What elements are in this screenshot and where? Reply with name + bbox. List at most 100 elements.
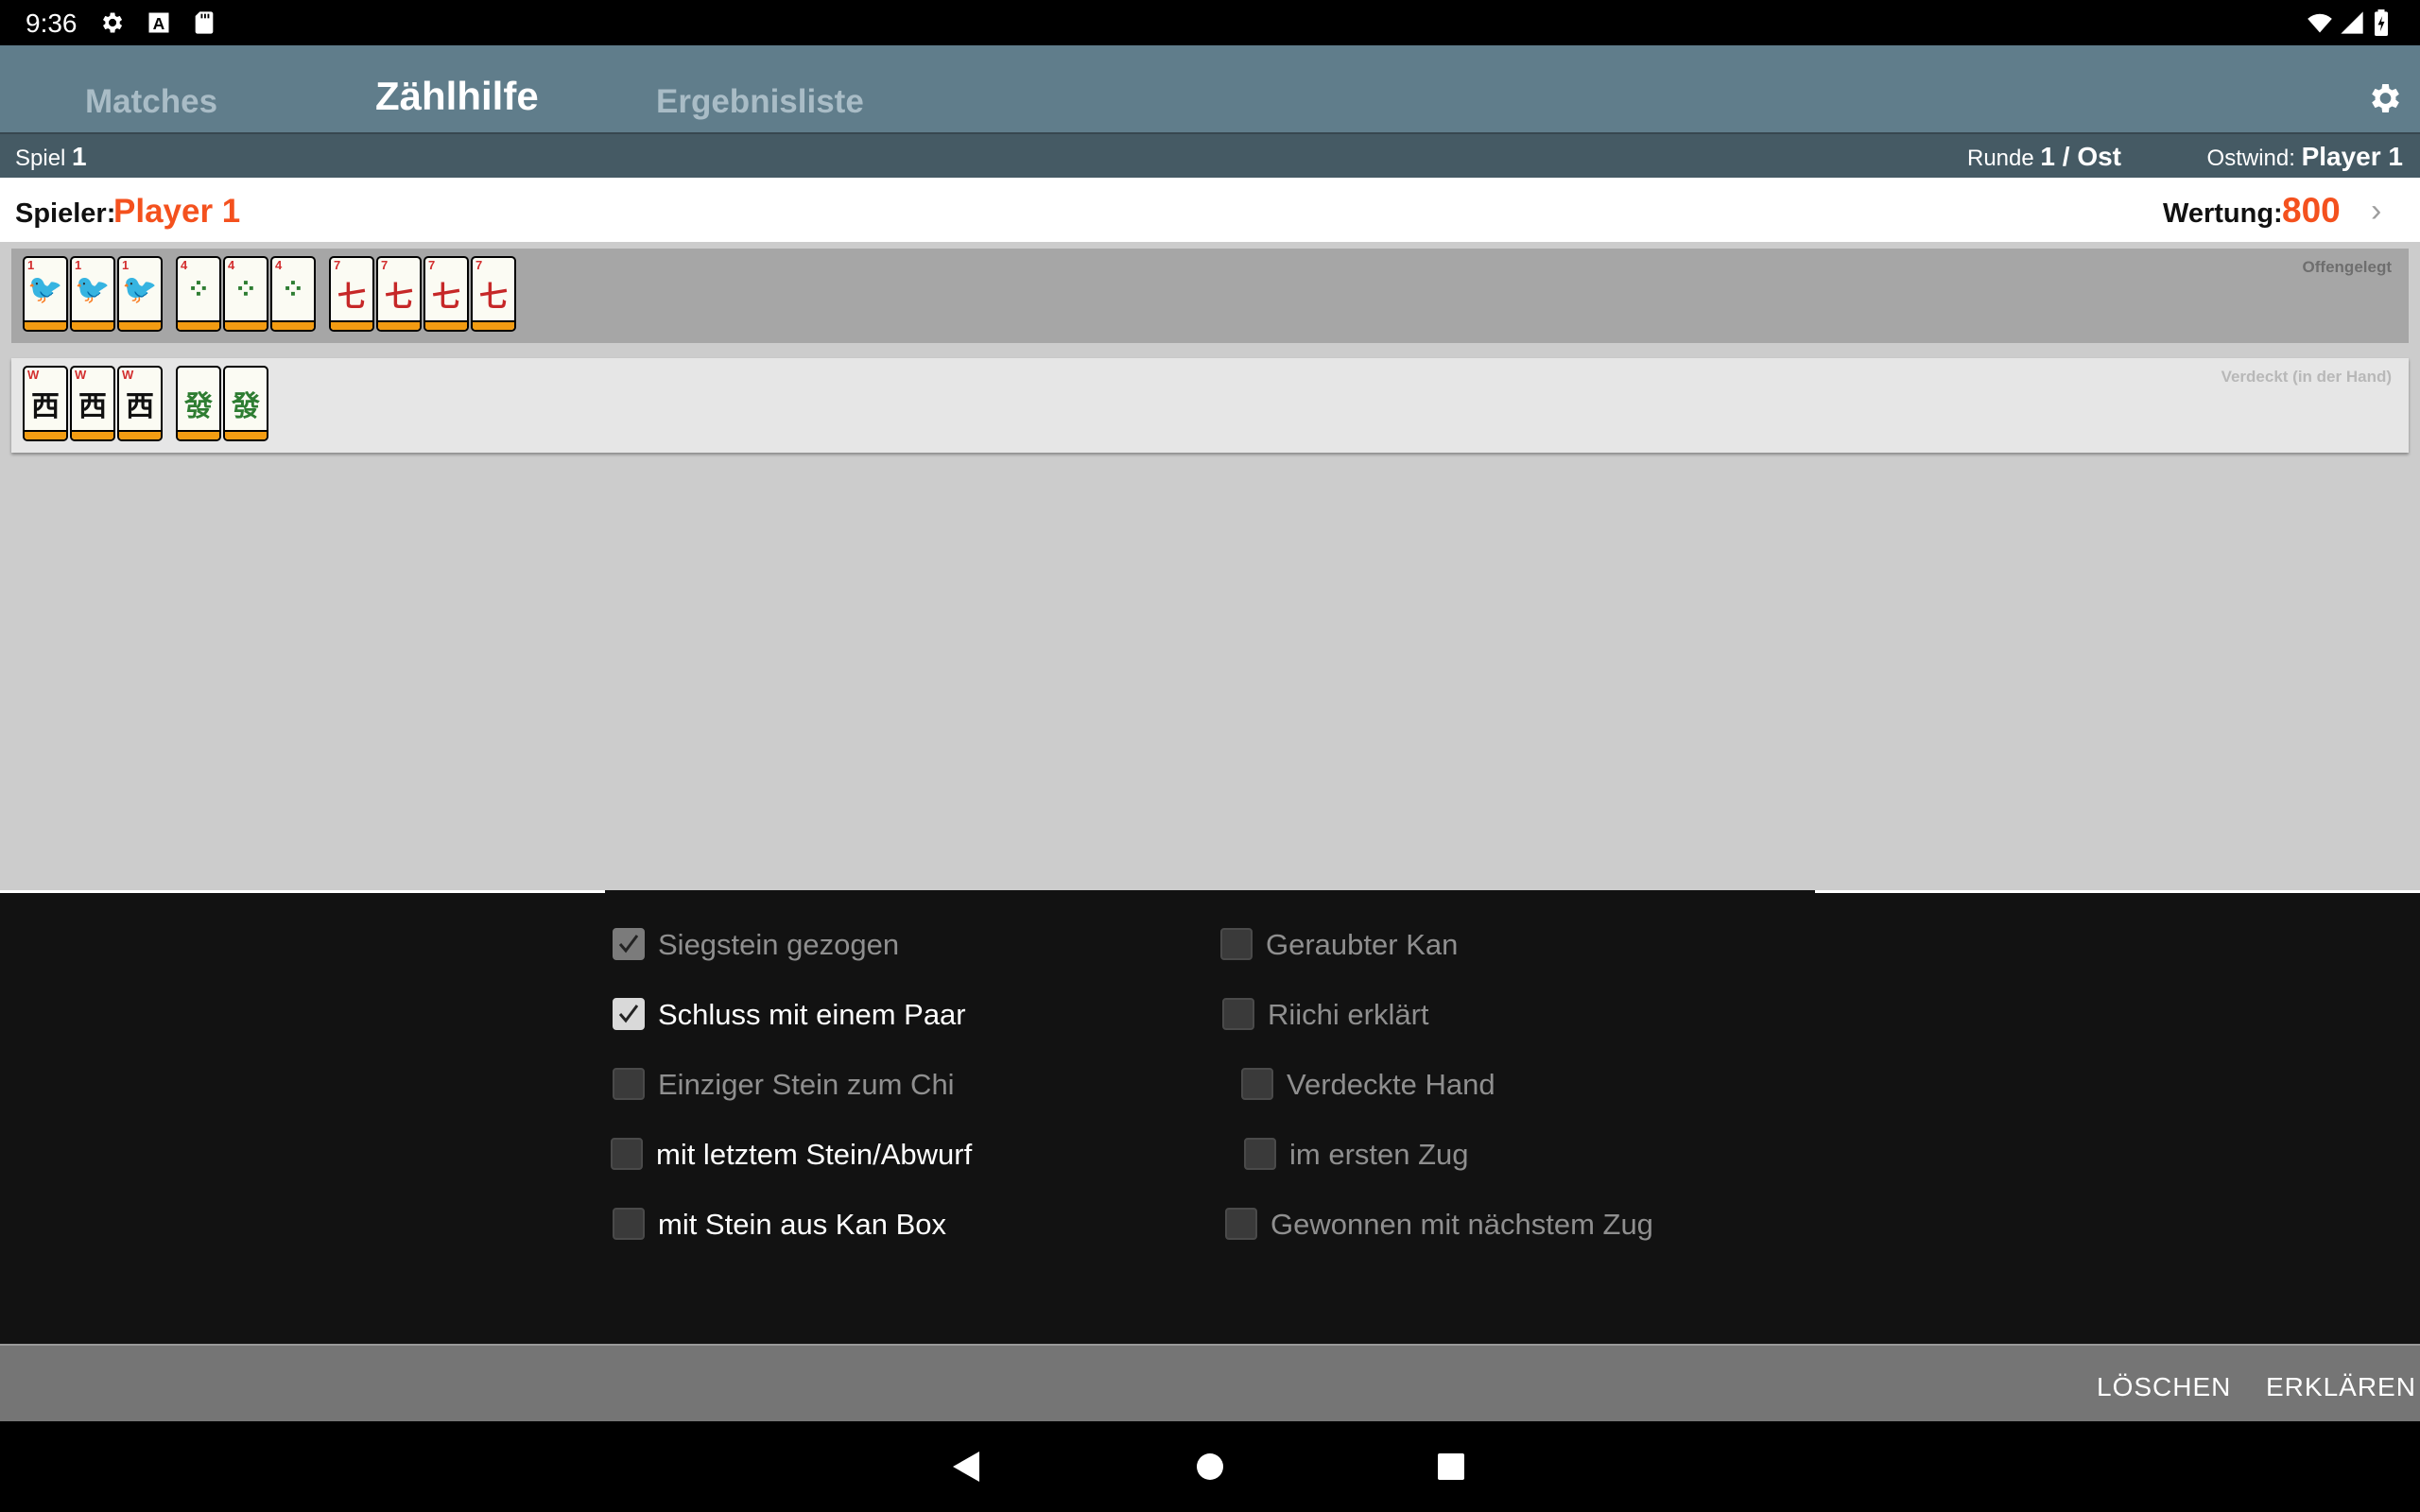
mahjong-tile[interactable]: 1 🐦	[23, 256, 68, 332]
app-bar: Matches Zählhilfe Ergebnisliste	[0, 45, 2420, 134]
tile-glyph: 發	[232, 390, 260, 423]
checkbox-checked-icon[interactable]	[613, 998, 645, 1030]
tab-ergebnisliste[interactable]: Ergebnisliste	[656, 83, 864, 121]
tile-base	[119, 430, 161, 439]
sd-card-icon	[195, 11, 214, 34]
mahjong-tile[interactable]: 發	[176, 366, 221, 441]
player-row[interactable]: Spieler: Player 1 Wertung: 800 ›	[0, 178, 2420, 242]
tile-glyph: 西	[126, 390, 154, 423]
gear-icon	[103, 12, 123, 33]
mahjong-tile[interactable]: 7七	[424, 256, 469, 332]
mahjong-tile[interactable]: 發	[223, 366, 268, 441]
tab-matches[interactable]: Matches	[85, 83, 217, 121]
checkbox-unchecked-icon[interactable]	[1222, 998, 1254, 1030]
tile-base	[473, 320, 514, 330]
checkbox-unchecked-icon[interactable]	[1225, 1208, 1257, 1240]
recents-icon[interactable]	[1435, 1450, 1467, 1484]
tile-base	[272, 320, 314, 330]
tile-base	[25, 430, 66, 439]
tile-number: 4	[275, 258, 283, 272]
tile-number: 4	[181, 258, 188, 272]
tile-base	[225, 430, 267, 439]
tile-glyph: 西	[78, 390, 107, 423]
tile-base	[331, 320, 372, 330]
clear-button[interactable]: LÖSCHEN	[2097, 1372, 2231, 1402]
mahjong-tile[interactable]: 1 🐦	[70, 256, 115, 332]
tile-glyph: 🐦	[27, 273, 63, 306]
tile-number: 1	[27, 258, 35, 272]
wifi-icon	[2308, 13, 2332, 33]
mahjong-tile[interactable]: 1 🐦	[117, 256, 163, 332]
tile-number: 4	[228, 258, 235, 272]
checkbox-unchecked-icon[interactable]	[613, 1208, 645, 1240]
hidden-tiles-row[interactable]: Verdeckt (in der Hand) W西W西W西發發	[11, 358, 2409, 453]
player-name: Player 1	[113, 193, 241, 230]
panel-divider-gap	[605, 890, 1815, 893]
mahjong-tile[interactable]: 4 ⁘	[270, 256, 316, 332]
tile-base	[72, 320, 113, 330]
status-time: 9:36	[26, 9, 78, 38]
option-label: Einziger Stein zum Chi	[658, 1068, 955, 1101]
checkbox-unchecked-icon[interactable]	[1220, 928, 1253, 960]
mahjong-tile[interactable]: 7七	[376, 256, 422, 332]
tile-glyph: ⁘	[186, 273, 211, 306]
tile-base	[178, 430, 219, 439]
system-nav-bar	[0, 1421, 2420, 1512]
tile-number: W	[75, 368, 87, 382]
tile-number: 1	[75, 258, 82, 272]
option-label: Siegstein gezogen	[658, 928, 900, 961]
tab-zaehlhilfe[interactable]: Zählhilfe	[375, 74, 539, 119]
back-icon[interactable]	[951, 1450, 983, 1484]
option-label: Gewonnen mit nächstem Zug	[1270, 1208, 1653, 1241]
tile-glyph: 七	[385, 281, 413, 314]
explain-button[interactable]: ERKLÄREN	[2266, 1372, 2416, 1402]
tile-glyph: 🐦	[122, 273, 158, 306]
player-label: Spieler:	[15, 198, 116, 229]
mahjong-tile[interactable]: 4 ⁘	[176, 256, 221, 332]
tile-number: W	[27, 368, 40, 382]
settings-gear-icon[interactable]	[2365, 79, 2403, 117]
option-label: im ersten Zug	[1289, 1138, 1469, 1171]
tile-base	[225, 320, 267, 330]
chevron-right-icon[interactable]: ›	[2371, 193, 2381, 230]
tile-glyph: 西	[31, 390, 60, 423]
tile-number: 7	[475, 258, 483, 272]
tile-number: W	[122, 368, 134, 382]
mahjong-tile[interactable]: 4 ⁘	[223, 256, 268, 332]
mahjong-tile[interactable]: 7七	[329, 256, 374, 332]
tile-glyph: 七	[479, 281, 508, 314]
tile-glyph: ⁘	[281, 273, 305, 306]
home-icon[interactable]	[1194, 1450, 1226, 1484]
tile-glyph: 🐦	[75, 273, 111, 306]
score-value: 800	[2282, 191, 2341, 230]
game-number: Spiel 1	[15, 142, 87, 171]
option-label: mit Stein aus Kan Box	[658, 1208, 946, 1241]
tile-glyph: 發	[184, 390, 213, 423]
checkbox-unchecked-icon[interactable]	[613, 1068, 645, 1100]
hidden-row-label: Verdeckt (in der Hand)	[2221, 368, 2392, 386]
tile-base	[72, 430, 113, 439]
tile-glyph: ⁘	[233, 273, 258, 306]
option-label: Geraubter Kan	[1266, 928, 1459, 961]
checkbox-unchecked-icon[interactable]	[1241, 1068, 1273, 1100]
tile-base	[425, 320, 467, 330]
option-label: Schluss mit einem Paar	[658, 998, 966, 1031]
mahjong-tile[interactable]: W西	[70, 366, 115, 441]
mahjong-tile[interactable]: 7七	[471, 256, 516, 332]
battery-icon	[2375, 9, 2388, 36]
checkbox-unchecked-icon[interactable]	[1244, 1138, 1276, 1170]
svg-text:A: A	[153, 14, 165, 33]
tile-base	[119, 320, 161, 330]
signal-icon	[2341, 11, 2363, 34]
checkbox-checked-icon[interactable]	[613, 928, 645, 960]
tile-base	[25, 320, 66, 330]
open-tiles-row[interactable]: Offengelegt 1 🐦 1 🐦 1 🐦 4 ⁘ 4 ⁘ 4 ⁘ 7 七 7 七 7 七 7 七	[11, 249, 2409, 343]
mahjong-tile[interactable]: W西	[23, 366, 68, 441]
tile-base	[378, 320, 420, 330]
tile-glyph: 七	[337, 281, 366, 314]
mahjong-tile[interactable]: W西	[117, 366, 163, 441]
checkbox-unchecked-icon[interactable]	[611, 1138, 643, 1170]
option-label: Verdeckte Hand	[1287, 1068, 1495, 1101]
tile-base	[178, 320, 219, 330]
open-row-label: Offengelegt	[2302, 258, 2392, 276]
